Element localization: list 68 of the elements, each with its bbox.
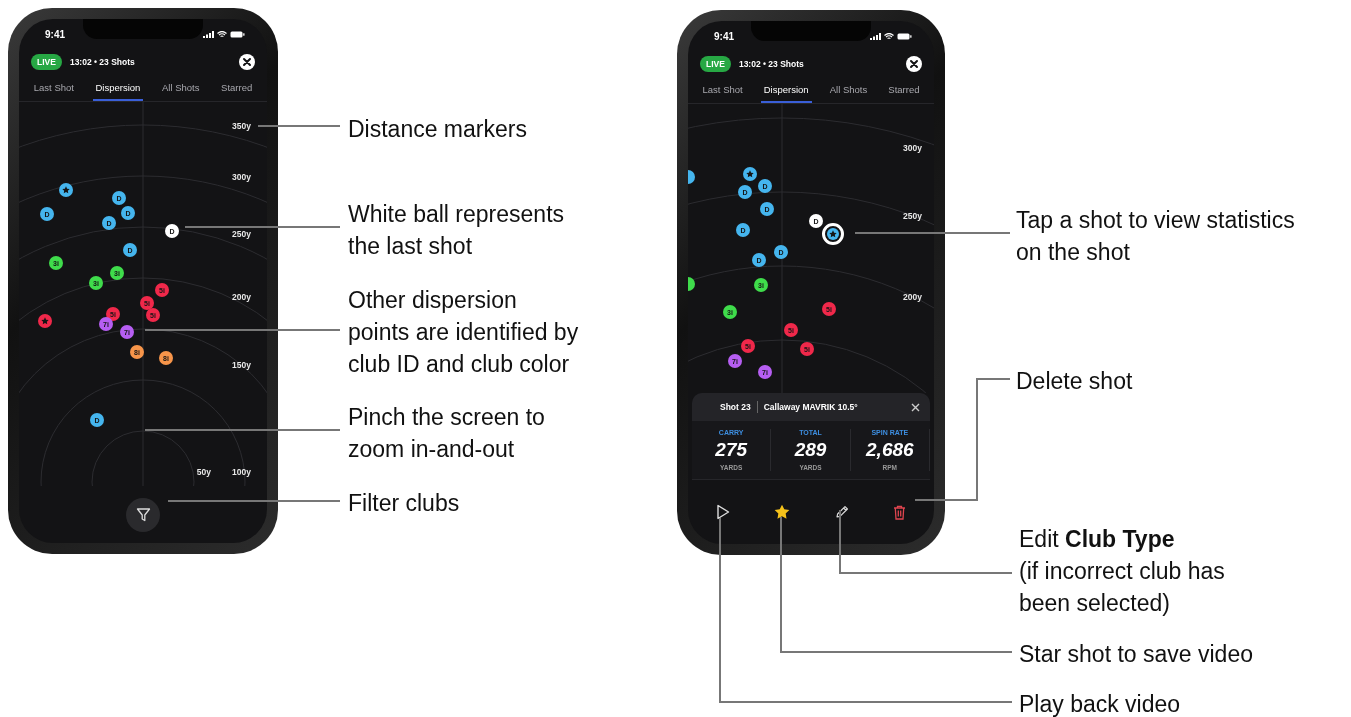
delete-button[interactable] — [892, 504, 906, 520]
funnel-icon — [135, 507, 151, 522]
live-badge: LIVE — [700, 56, 731, 72]
distance-label: 50y — [196, 467, 211, 477]
wifi-icon — [217, 30, 227, 38]
tab[interactable]: Starred — [218, 75, 256, 101]
callout-text: Pinch the screen to zoom in-and-out — [348, 403, 545, 464]
star-icon — [774, 504, 791, 520]
star-icon — [62, 186, 70, 194]
play-icon — [716, 504, 731, 520]
shot-marker[interactable] — [59, 183, 73, 197]
callout-text: Star shot to save video — [1019, 640, 1253, 669]
tab[interactable]: Last Shot — [30, 75, 77, 101]
distance-label: 350y — [232, 121, 251, 131]
tab[interactable]: Starred — [885, 77, 923, 103]
shot-marker[interactable] — [688, 277, 695, 291]
distance-label: 250y — [232, 229, 251, 239]
signal-icon — [870, 32, 881, 40]
shot-marker[interactable] — [38, 314, 52, 328]
callout-text: Distance markers — [348, 115, 527, 144]
star-icon — [41, 317, 49, 325]
tab[interactable]: Dispersion — [92, 75, 144, 101]
close-icon[interactable] — [239, 54, 255, 70]
live-badge: LIVE — [31, 54, 62, 70]
battery-icon — [897, 32, 912, 40]
trash-icon — [892, 504, 906, 520]
callout-text: Filter clubs — [348, 489, 460, 518]
edit-button[interactable] — [834, 505, 849, 519]
stat-value: 289 — [794, 439, 827, 461]
distance-label: 250y — [903, 211, 922, 221]
shot-marker[interactable] — [688, 170, 695, 184]
callout-text: Delete shot — [1016, 367, 1133, 396]
distance-label: 100y — [232, 467, 251, 477]
session-info: 13:02 • 23 Shots — [69, 57, 136, 67]
callout-text: White ball represents the last shot — [348, 200, 565, 261]
callout-text: Edit Club Type (if incorrect club has been selected) — [1019, 525, 1225, 618]
tab[interactable]: Last Shot — [699, 77, 746, 103]
status-time: 9:41 — [45, 28, 65, 40]
distance-label: 300y — [232, 172, 251, 182]
tab[interactable]: Dispersion — [760, 77, 812, 103]
shot-number: Shot 23 — [720, 402, 751, 412]
distance-label: 150y — [232, 360, 251, 370]
close-icon[interactable] — [911, 402, 920, 412]
stat-value: 2,686 — [866, 439, 914, 461]
filter-button[interactable] — [126, 497, 160, 532]
callout-text: Play back video — [1019, 690, 1181, 717]
wifi-icon — [884, 32, 894, 40]
close-icon[interactable] — [906, 56, 922, 72]
signal-icon — [203, 30, 214, 38]
session-info: 13:02 • 23 Shots — [738, 59, 805, 69]
battery-icon — [230, 30, 245, 38]
status-time: 9:41 — [714, 30, 734, 42]
star-icon — [746, 170, 754, 178]
callout-text: Other dispersion points are identified by club ID and club color — [348, 286, 579, 379]
club-name: Callaway MAVRIK 10.5° — [763, 402, 859, 412]
callout-text: Tap a shot to view statistics on the shot — [1016, 206, 1295, 267]
tab[interactable]: All Shots — [826, 77, 871, 103]
distance-label: 300y — [903, 143, 922, 153]
distance-label: 200y — [232, 292, 251, 302]
stat-value: 275 — [715, 439, 747, 461]
tab[interactable]: All Shots — [158, 75, 203, 101]
play-button[interactable] — [716, 504, 731, 520]
shot-marker[interactable] — [743, 167, 757, 181]
pencil-icon — [834, 505, 849, 519]
shot-marker[interactable] — [822, 223, 844, 245]
distance-label: 200y — [903, 292, 922, 302]
star-button[interactable] — [774, 504, 791, 520]
star-icon — [829, 230, 837, 238]
